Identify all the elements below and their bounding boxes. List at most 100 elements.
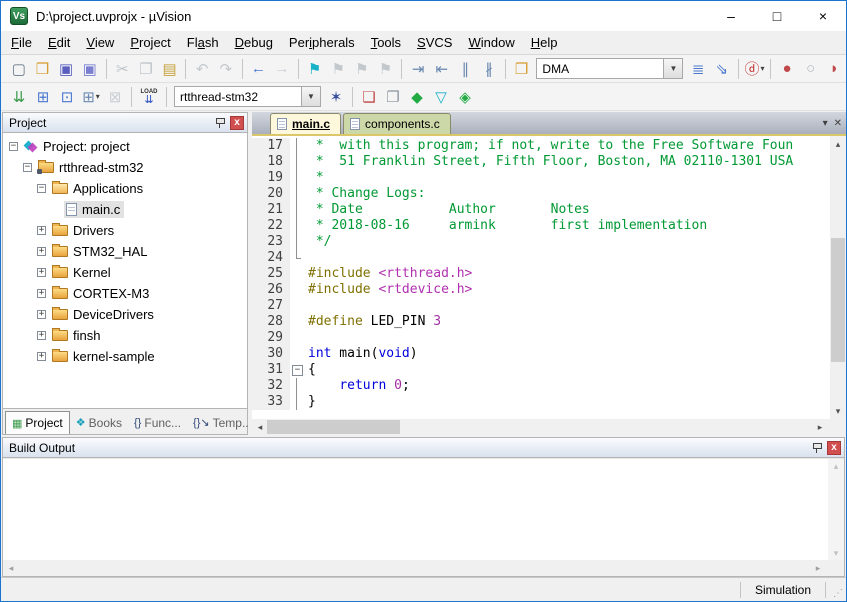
stop-build-icon[interactable]: ⊠ (103, 85, 127, 109)
menu-flash[interactable]: Flash (179, 32, 227, 53)
editor-tab-components-c[interactable]: components.c (343, 113, 451, 134)
collapse-icon[interactable]: − (9, 142, 18, 151)
indent-right-icon[interactable]: ⇥ (406, 57, 430, 81)
tab-functions[interactable]: {}Func... (128, 411, 187, 434)
menu-file[interactable]: File (3, 32, 40, 53)
tree-item-rtthread-stm32[interactable]: −rtthread-stm32 (3, 157, 247, 178)
select-software-packs-icon[interactable]: ▽ (429, 85, 453, 109)
expand-icon[interactable]: + (37, 352, 46, 361)
menu-peripherals[interactable]: Peripherals (281, 32, 363, 53)
tree-item-kernel[interactable]: +Kernel (3, 262, 247, 283)
fold-collapse-icon[interactable] (290, 362, 304, 378)
menu-help[interactable]: Help (523, 32, 566, 53)
insert-remove-bookmark-icon[interactable]: ⚑ (303, 57, 327, 81)
code-line[interactable]: 19 * (252, 170, 830, 186)
options-for-target-icon[interactable]: ✶ (324, 85, 348, 109)
manage-run-time-environment-icon[interactable]: ◈ (453, 85, 477, 109)
redo-icon[interactable]: ↷ (214, 57, 238, 81)
menu-window[interactable]: Window (460, 32, 522, 53)
code-line[interactable]: 23 */ (252, 234, 830, 250)
tree-item-body[interactable]: Applications (50, 180, 147, 197)
tree-item-body[interactable]: Drivers (50, 222, 118, 239)
rebuild-all-icon[interactable]: ⊡ (55, 85, 79, 109)
new-file-icon[interactable]: ▢ (7, 57, 31, 81)
menu-edit[interactable]: Edit (40, 32, 78, 53)
code-line[interactable]: 28#define LED_PIN 3 (252, 314, 830, 330)
editor-tab-main-c[interactable]: main.c (270, 113, 341, 134)
build-output-close-icon[interactable]: x (827, 441, 841, 455)
expand-icon[interactable]: + (37, 226, 46, 235)
tree-item-body[interactable]: DeviceDrivers (50, 306, 158, 323)
menu-debug[interactable]: Debug (227, 32, 281, 53)
tree-item-body[interactable]: finsh (50, 327, 104, 344)
scroll-down-icon[interactable]: ▾ (830, 403, 846, 419)
navigate-back-icon[interactable]: ← (247, 57, 271, 81)
tree-item-kernel-sample[interactable]: +kernel-sample (3, 346, 247, 367)
batch-build-icon[interactable]: ⊞▾ (79, 85, 103, 109)
collapse-icon[interactable]: − (23, 163, 32, 172)
vertical-scroll-thumb[interactable] (831, 238, 845, 363)
indent-left-icon[interactable]: ⇤ (430, 57, 454, 81)
maximize-button[interactable]: □ (754, 1, 800, 31)
paste-icon[interactable]: ▤ (158, 57, 182, 81)
tree-item-project-project[interactable]: −Project: project (3, 136, 247, 157)
build-output-content[interactable]: ▴ ▾ (3, 458, 844, 560)
menu-svcs[interactable]: SVCS (409, 32, 460, 53)
collapse-icon[interactable]: − (37, 184, 46, 193)
tree-item-cortex-m3[interactable]: + CORTEX-M3 (3, 283, 247, 304)
scroll-left-icon[interactable]: ◂ (252, 419, 268, 435)
find-text-combo[interactable]: DMA▼ (536, 58, 683, 79)
expand-icon[interactable]: + (37, 289, 46, 298)
manage-project-items-icon[interactable]: ❏ (357, 85, 381, 109)
find-in-files-icon[interactable]: ❒ (510, 57, 534, 81)
pack-installer-icon[interactable]: ◆ (405, 85, 429, 109)
build-output-vertical-scrollbar[interactable]: ▴ ▾ (828, 459, 844, 560)
expand-icon[interactable]: + (37, 310, 46, 319)
scroll-left-icon[interactable]: ◂ (3, 560, 19, 576)
minimize-button[interactable]: – (708, 1, 754, 31)
download-to-flash-button[interactable]: LOAD⇊ (136, 85, 162, 109)
tree-item-body[interactable]: Project: project (22, 138, 134, 155)
target-select-value[interactable]: rtthread-stm32 (174, 86, 302, 107)
code-line[interactable]: 24 (252, 250, 830, 266)
tab-books[interactable]: ❖Books (70, 411, 128, 434)
code-line[interactable]: 17 * with this program; if not, write to… (252, 138, 830, 154)
tree-item-finsh[interactable]: +finsh (3, 325, 247, 346)
resize-grip[interactable]: ⋰ (826, 578, 846, 601)
pin-icon[interactable] (213, 116, 227, 130)
close-document-icon[interactable]: ✕ (834, 118, 842, 129)
code-editor[interactable]: 17 * with this program; if not, write to… (252, 136, 846, 419)
chevron-down-icon[interactable]: ▼ (664, 58, 683, 79)
code-line[interactable]: 31{ (252, 362, 830, 378)
code-line[interactable]: 20 * Change Logs: (252, 186, 830, 202)
tree-item-body[interactable]: STM32_HAL (50, 243, 151, 260)
menu-view[interactable]: View (78, 32, 122, 53)
tree-item-main-c[interactable]: main.c (3, 199, 247, 220)
tree-item-body[interactable]: CORTEX-M3 (50, 285, 153, 302)
navigate-forward-icon[interactable]: → (270, 57, 294, 81)
tree-item-drivers[interactable]: + Drivers (3, 220, 247, 241)
tree-item-applications[interactable]: −Applications (3, 178, 247, 199)
translate-file-icon[interactable]: ⇊ (7, 85, 31, 109)
incremental-find-icon[interactable]: ⇘ (710, 57, 734, 81)
copy-icon[interactable]: ❐ (134, 57, 158, 81)
uncomment-selection-icon[interactable]: ∦ (477, 57, 501, 81)
tree-item-body[interactable]: Kernel (50, 264, 115, 281)
code-line[interactable]: 30int main(void) (252, 346, 830, 362)
clear-all-bookmarks-icon[interactable]: ⚑ (374, 57, 398, 81)
build-output-horizontal-scrollbar[interactable]: ◂ ▸ (3, 560, 844, 576)
horizontal-scroll-thumb[interactable] (267, 420, 400, 434)
chevron-down-icon[interactable]: ▼ (302, 86, 321, 107)
next-bookmark-icon[interactable]: ⚑ (350, 57, 374, 81)
code-line[interactable]: 25#include <rtthread.h> (252, 266, 830, 282)
editor-horizontal-scrollbar[interactable]: ◂ ▸ (252, 419, 846, 435)
open-file-icon[interactable]: ❒ (31, 57, 55, 81)
code-line[interactable]: 18 * 51 Franklin Street, Fifth Floor, Bo… (252, 154, 830, 170)
comment-selection-icon[interactable]: ∥ (454, 57, 478, 81)
code-line[interactable]: 32 return 0; (252, 378, 830, 394)
previous-bookmark-icon[interactable]: ⚑ (326, 57, 350, 81)
scroll-right-icon[interactable]: ▸ (810, 560, 826, 576)
code-line[interactable]: 26#include <rtdevice.h> (252, 282, 830, 298)
menu-project[interactable]: Project (122, 32, 178, 53)
cut-icon[interactable]: ✂ (110, 57, 134, 81)
